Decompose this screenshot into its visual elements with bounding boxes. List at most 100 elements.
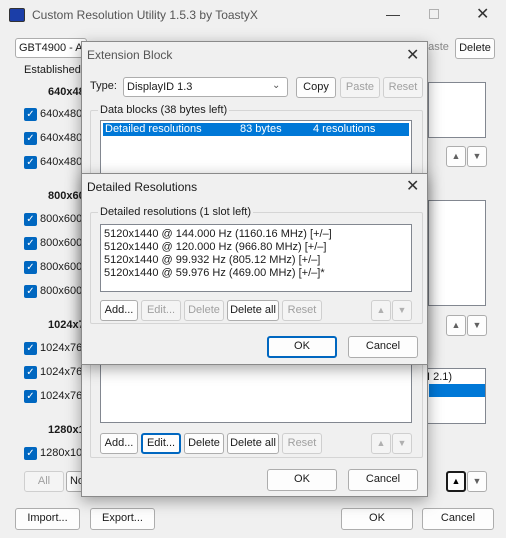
close-icon[interactable]: ✕ xyxy=(406,179,419,195)
res-label: 800x600 xyxy=(40,285,83,297)
detailed-row[interactable]: 5120x1440 @ 59.976 Hz (469.00 MHz) [+/–]… xyxy=(104,267,325,279)
detailed-row[interactable]: 5120x1440 @ 99.932 Hz (805.12 MHz) [+/–] xyxy=(104,254,320,266)
ext-delete-button[interactable]: Delete xyxy=(184,433,224,454)
extension-block-title: Extension Block xyxy=(87,48,173,62)
checkbox-640-3[interactable]: ✓ xyxy=(24,156,37,169)
maximize-button[interactable] xyxy=(429,9,439,19)
chevron-down-icon: ⌄ xyxy=(272,80,281,91)
arrow-down-icon: ▼ xyxy=(397,438,407,448)
detail-down-button[interactable]: ▼ xyxy=(392,300,412,321)
arrow-down-icon: ▼ xyxy=(472,476,482,486)
detailed-group-label: Detailed resolutions (1 slot left) xyxy=(98,206,254,218)
ext-reset-button[interactable]: Reset xyxy=(282,433,322,454)
data-block-name: Detailed resolutions xyxy=(105,123,202,135)
detail-add-button[interactable]: Add... xyxy=(100,300,138,321)
right-up-3[interactable]: ▲ xyxy=(446,471,466,492)
type-select[interactable]: DisplayID 1.3 ⌄ xyxy=(123,77,288,97)
main-ok-button[interactable]: OK xyxy=(341,508,413,530)
ext-up-button[interactable]: ▲ xyxy=(371,433,391,454)
checkbox-800-4[interactable]: ✓ xyxy=(24,285,37,298)
detail-up-button[interactable]: ▲ xyxy=(371,300,391,321)
type-label: Type: xyxy=(90,80,117,92)
monitor-select[interactable]: GBT4900 - AO xyxy=(15,38,91,58)
reset-button[interactable]: Reset xyxy=(383,77,423,98)
res-label: 1024x76 xyxy=(40,366,83,378)
res-label: 1024x76 xyxy=(40,342,83,354)
right-up-1[interactable]: ▲ xyxy=(446,146,466,167)
right-list-selected-row[interactable] xyxy=(429,384,485,397)
import-button[interactable]: Import... xyxy=(15,508,80,530)
checkbox-1024-3[interactable]: ✓ xyxy=(24,390,37,403)
group-header-1024: 1024x7 xyxy=(48,319,85,331)
data-block-count: 4 resolutions xyxy=(313,123,376,135)
detailed-row[interactable]: 5120x1440 @ 144.000 Hz (1160.16 MHz) [+/… xyxy=(104,228,332,240)
arrow-up-icon: ▲ xyxy=(376,438,386,448)
checkbox-640-1[interactable]: ✓ xyxy=(24,108,37,121)
right-down-2[interactable]: ▼ xyxy=(467,315,487,336)
checkbox-1024-2[interactable]: ✓ xyxy=(24,366,37,379)
ext-edit-button[interactable]: Edit... xyxy=(141,433,181,454)
established-label: Established xyxy=(24,64,81,76)
all-button[interactable]: All xyxy=(24,471,64,492)
group-header-1280: 1280x1 xyxy=(48,424,85,436)
checkbox-800-3[interactable]: ✓ xyxy=(24,261,37,274)
copy-button[interactable]: Copy xyxy=(296,77,336,98)
right-list-1[interactable] xyxy=(428,82,486,138)
group-header-640: 640x48 xyxy=(48,86,85,98)
detailed-list[interactable]: 5120x1440 @ 144.000 Hz (1160.16 MHz) [+/… xyxy=(100,224,412,292)
main-paste-button-partial[interactable]: aste xyxy=(425,38,452,59)
paste-button[interactable]: Paste xyxy=(340,77,380,98)
data-blocks-label: Data blocks (38 bytes left) xyxy=(98,104,230,116)
checkbox-800-1[interactable]: ✓ xyxy=(24,213,37,226)
detailed-row[interactable]: 5120x1440 @ 120.000 Hz (966.80 MHz) [+/–… xyxy=(104,241,326,253)
detailed-resolutions-dialog: Detailed Resolutions ✕ Detailed resoluti… xyxy=(81,173,428,365)
detail-cancel-button[interactable]: Cancel xyxy=(348,336,418,358)
arrow-down-icon: ▼ xyxy=(472,320,482,330)
ext-cancel-button[interactable]: Cancel xyxy=(348,469,418,491)
right-list-2[interactable] xyxy=(428,200,486,306)
arrow-down-icon: ▼ xyxy=(472,151,482,161)
close-main-icon[interactable]: ✕ xyxy=(476,7,489,23)
arrow-down-icon: ▼ xyxy=(397,305,407,315)
export-button[interactable]: Export... xyxy=(90,508,155,530)
detail-delete-button[interactable]: Delete xyxy=(184,300,224,321)
ext-delete-all-button[interactable]: Delete all xyxy=(227,433,279,454)
group-header-800: 800x60 xyxy=(48,190,85,202)
res-label: 1280x10 xyxy=(40,447,83,459)
res-label: 800x600 xyxy=(40,237,83,249)
close-icon[interactable]: ✕ xyxy=(406,48,419,64)
data-block-row[interactable]: Detailed resolutions 83 bytes 4 resoluti… xyxy=(103,123,409,136)
detail-delete-all-button[interactable]: Delete all xyxy=(227,300,279,321)
ext-add-button[interactable]: Add... xyxy=(100,433,138,454)
arrow-up-icon: ▲ xyxy=(451,476,461,486)
detail-ok-button[interactable]: OK xyxy=(267,336,337,358)
checkbox-640-2[interactable]: ✓ xyxy=(24,132,37,145)
ext-ok-button[interactable]: OK xyxy=(267,469,337,491)
app-icon xyxy=(9,8,25,22)
right-down-1[interactable]: ▼ xyxy=(467,146,487,167)
minimize-button[interactable]: — xyxy=(386,6,400,22)
arrow-up-icon: ▲ xyxy=(451,320,461,330)
main-delete-button[interactable]: Delete xyxy=(455,38,495,59)
res-label: 1024x76 xyxy=(40,390,83,402)
main-window-title: Custom Resolution Utility 1.5.3 by Toast… xyxy=(32,8,258,22)
checkbox-1024-1[interactable]: ✓ xyxy=(24,342,37,355)
res-label: 800x600 xyxy=(40,261,83,273)
detailed-resolutions-title: Detailed Resolutions xyxy=(87,180,198,194)
right-down-3[interactable]: ▼ xyxy=(467,471,487,492)
data-block-size: 83 bytes xyxy=(240,123,282,135)
res-label: 640x480 xyxy=(40,132,83,144)
arrow-up-icon: ▲ xyxy=(451,151,461,161)
res-label: 640x480 xyxy=(40,108,83,120)
detail-reset-button[interactable]: Reset xyxy=(282,300,322,321)
checkbox-800-2[interactable]: ✓ xyxy=(24,237,37,250)
right-list-text: I 2.1) xyxy=(427,371,453,383)
arrow-up-icon: ▲ xyxy=(376,305,386,315)
right-up-2[interactable]: ▲ xyxy=(446,315,466,336)
res-label: 640x480 xyxy=(40,156,83,168)
res-label: 800x600 xyxy=(40,213,83,225)
ext-down-button[interactable]: ▼ xyxy=(392,433,412,454)
checkbox-1280-1[interactable]: ✓ xyxy=(24,447,37,460)
main-cancel-button[interactable]: Cancel xyxy=(422,508,494,530)
detail-edit-button[interactable]: Edit... xyxy=(141,300,181,321)
